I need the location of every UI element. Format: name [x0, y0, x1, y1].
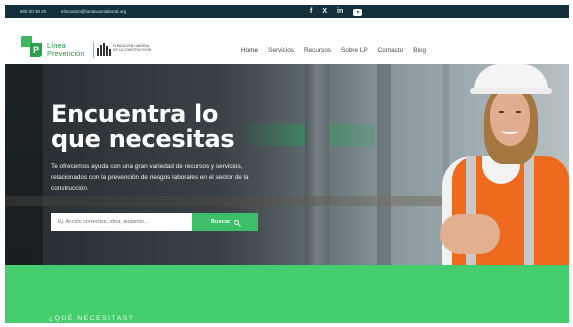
nav-item-sobre-lp[interactable]: Sobre LP	[336, 43, 373, 58]
partner-logo-icon[interactable]	[97, 43, 111, 56]
hero-worker-image	[430, 64, 569, 265]
logo-letter: P	[30, 43, 42, 57]
partner-logo-text: FUNDACIÓN LABORAL DE LA CONSTRUCCIÓN	[113, 44, 152, 52]
phone-number[interactable]: 900 20 30 20	[20, 9, 46, 14]
search-input[interactable]	[51, 213, 192, 231]
logo-icon[interactable]: P	[21, 36, 43, 60]
logo-divider	[93, 42, 94, 58]
top-bar: 900 20 30 20 infocentro@fundacionlaboral…	[5, 5, 569, 18]
nav-item-servicios[interactable]: Servicios	[263, 43, 299, 58]
email-link[interactable]: infocentro@fundacionlaboral.org	[61, 9, 126, 14]
hero-title-line-2: que necesitas	[51, 125, 235, 153]
hero-section: Encuentra lo que necesitas Te ofrecemos …	[5, 64, 569, 265]
hero-description: Te ofrecemos ayuda con una gran variedad…	[51, 163, 249, 192]
youtube-icon[interactable]	[353, 9, 363, 16]
facebook-icon[interactable]: f	[310, 6, 312, 17]
section-heading: ¿QUÉ NECESITAS?	[49, 315, 135, 322]
logo-line-2: Prevención	[47, 49, 85, 58]
linkedin-icon[interactable]: in	[337, 6, 343, 17]
page: 900 20 30 20 infocentro@fundacionlaboral…	[5, 5, 569, 323]
needs-section: ¿QUÉ NECESITAS?	[5, 265, 569, 323]
search-icon	[234, 219, 240, 225]
nav-item-contacto[interactable]: Contacto	[373, 43, 409, 58]
social-links: f X in	[310, 6, 363, 17]
logo-text[interactable]: Línea Prevención	[47, 42, 85, 58]
x-icon[interactable]: X	[322, 6, 327, 17]
main-nav: Home Servicios Recursos Sobre LP Contact…	[236, 43, 431, 66]
hero-title: Encuentra lo que necesitas	[51, 100, 235, 153]
search-button[interactable]: Buscar	[192, 213, 258, 231]
search-button-label: Buscar	[210, 219, 231, 225]
nav-item-blog[interactable]: Blog	[408, 43, 431, 58]
nav-item-recursos[interactable]: Recursos	[299, 43, 336, 58]
hero-title-line-1: Encuentra lo	[51, 100, 219, 128]
site-header: P Línea Prevención FUNDACIÓN LABORAL DE …	[5, 18, 569, 66]
nav-item-home[interactable]: Home	[236, 43, 263, 66]
